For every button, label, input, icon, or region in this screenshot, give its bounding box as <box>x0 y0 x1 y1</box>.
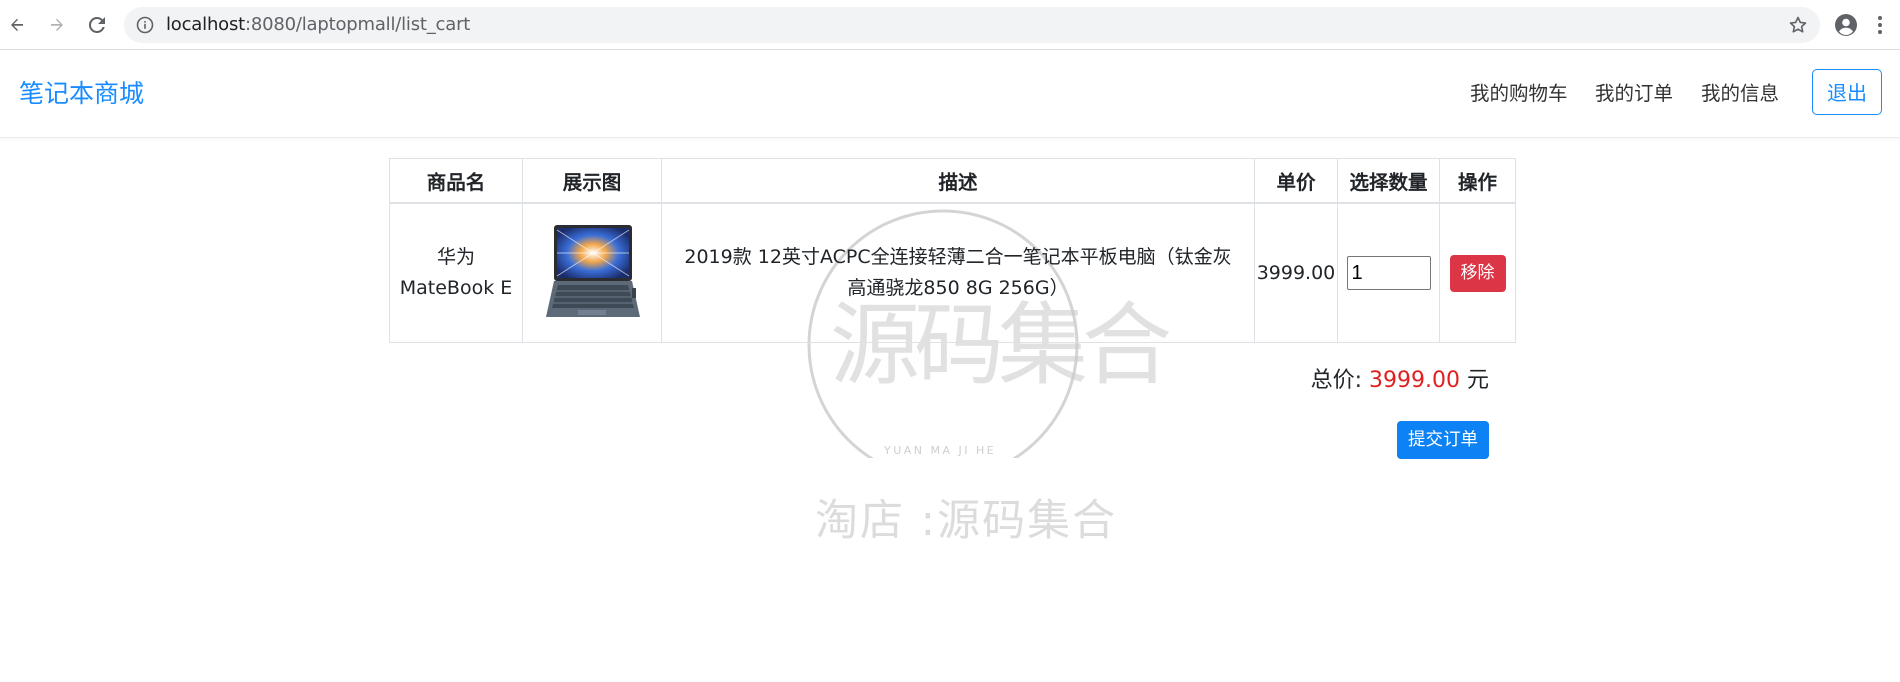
forward-icon[interactable] <box>44 12 70 38</box>
watermark-shop-text: 淘店 :源码集合 <box>815 496 1118 546</box>
quantity-input[interactable] <box>1346 256 1431 290</box>
watermark-subtext: YUAN MA JI HE <box>884 444 997 457</box>
product-name-line1: 华为 <box>436 246 475 268</box>
browser-toolbar: localhost:8080/laptopmall/list_cart <box>0 0 1900 50</box>
brand-link[interactable]: 笔记本商城 <box>19 50 144 137</box>
total-unit: 元 <box>1466 368 1489 393</box>
reload-icon[interactable] <box>84 12 110 38</box>
product-description-cell: 2019款 12英寸ACPC全连接轻薄二合一笔记本平板电脑（钛金灰 高通骁龙85… <box>661 202 1255 343</box>
table-row: 华为 MateBook E 2019款 12英寸ACPC全连接轻薄二合一笔记本平… <box>389 202 1516 343</box>
laptop-image <box>546 225 640 317</box>
header-action: 操作 <box>1439 158 1516 204</box>
order-total: 总价: 3999.00 元 <box>1311 362 1489 394</box>
product-description-line2: 高通骁龙850 8G 256G） <box>847 277 1069 299</box>
action-cell: 移除 <box>1439 202 1516 343</box>
total-amount: 3999.00 <box>1369 368 1460 393</box>
unit-price-cell: 3999.00 <box>1254 202 1338 343</box>
table-header-row: 商品名 展示图 描述 单价 选择数量 操作 <box>389 158 1516 204</box>
header-name: 商品名 <box>389 158 523 204</box>
site-navbar: 笔记本商城 我的购物车 我的订单 我的信息 退出 <box>0 50 1900 138</box>
header-description: 描述 <box>661 158 1255 204</box>
product-description-line1: 2019款 12英寸ACPC全连接轻薄二合一笔记本平板电脑（钛金灰 <box>684 246 1232 268</box>
address-bar[interactable]: localhost:8080/laptopmall/list_cart <box>124 7 1820 43</box>
header-image: 展示图 <box>522 158 662 204</box>
site-info-icon[interactable] <box>136 16 154 34</box>
header-quantity: 选择数量 <box>1337 158 1440 204</box>
quantity-cell <box>1337 202 1440 343</box>
submit-order-button[interactable]: 提交订单 <box>1397 421 1489 459</box>
total-label: 总价: <box>1310 368 1362 393</box>
back-icon[interactable] <box>4 12 30 38</box>
browser-menu-icon[interactable] <box>1872 13 1888 37</box>
header-price: 单价 <box>1254 158 1338 204</box>
url-text: localhost:8080/laptopmall/list_cart <box>166 14 471 35</box>
nav-link-cart[interactable]: 我的购物车 <box>1470 50 1568 137</box>
logout-button[interactable]: 退出 <box>1812 69 1882 115</box>
remove-button[interactable]: 移除 <box>1449 254 1506 292</box>
nav-link-profile[interactable]: 我的信息 <box>1701 50 1779 137</box>
product-name-line2: MateBook E <box>399 277 513 299</box>
product-image-cell <box>522 202 662 343</box>
profile-icon[interactable] <box>1834 13 1858 37</box>
nav-link-orders[interactable]: 我的订单 <box>1595 50 1673 137</box>
cart-table: 商品名 展示图 描述 单价 选择数量 操作 华为 MateBook E 2019… <box>389 158 1516 343</box>
product-name-cell: 华为 MateBook E <box>389 202 523 343</box>
bookmark-star-icon[interactable] <box>1788 15 1808 35</box>
